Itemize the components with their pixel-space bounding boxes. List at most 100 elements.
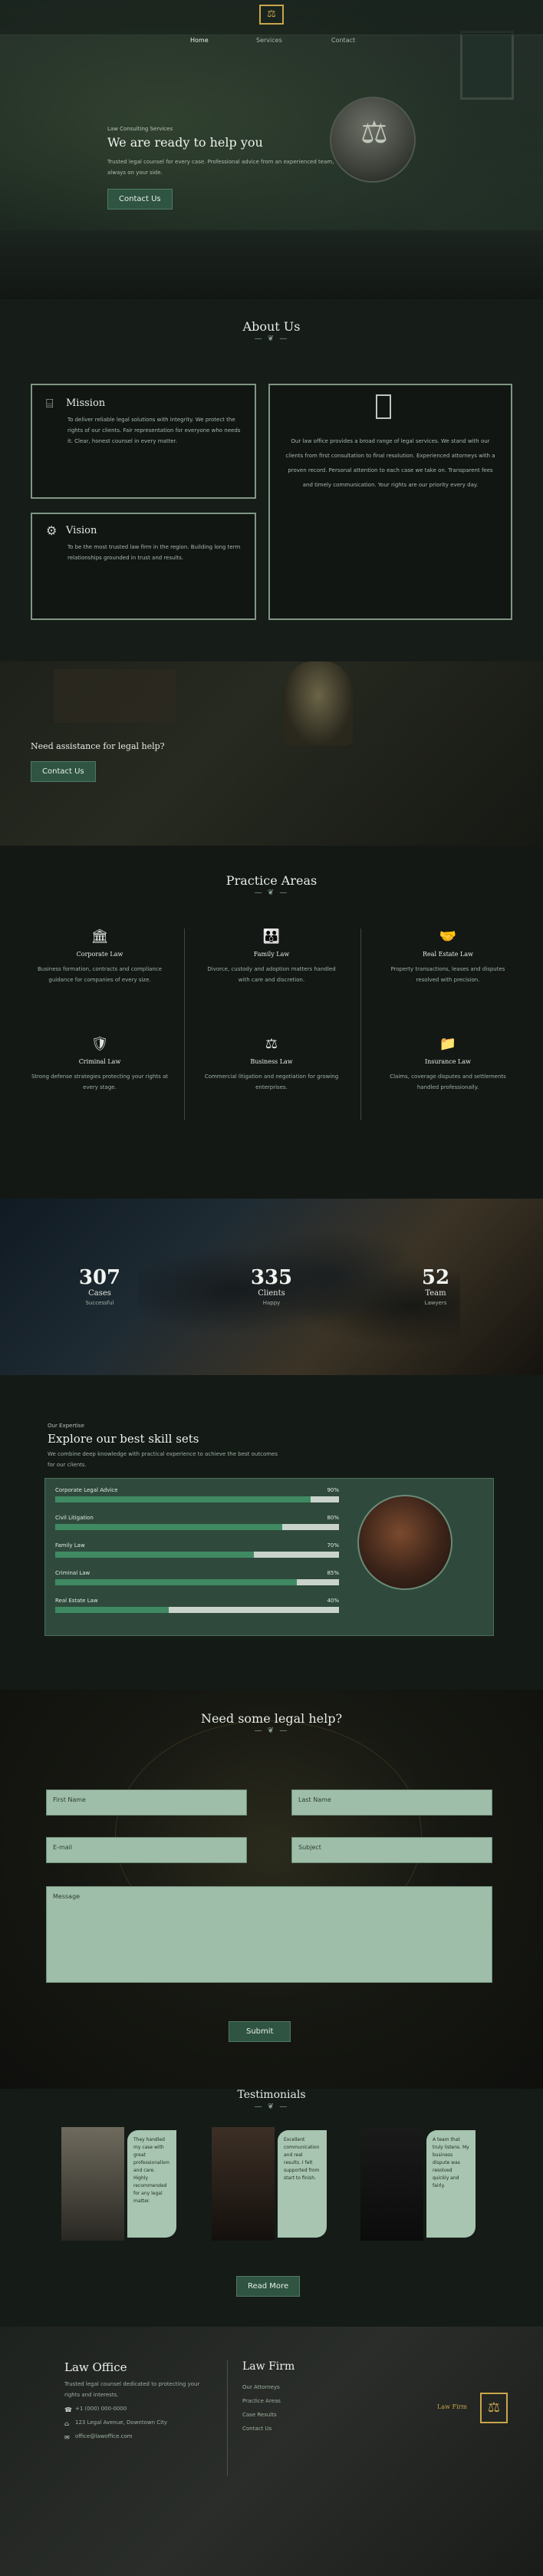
contact-form-section: Need some legal help? — ❦ — First Name L…: [0, 1690, 543, 2089]
testimonial-bubble: Excellent communication and real results…: [278, 2130, 327, 2238]
stat-value: 335: [250, 1266, 293, 1289]
skill-percent: 90%: [327, 1487, 339, 1493]
skills-kicker: Our Expertise: [48, 1423, 84, 1429]
practice-divider-1: [184, 928, 185, 1120]
hero-window-frame: [460, 31, 514, 100]
client-photo: [360, 2127, 423, 2241]
vision-card: [31, 513, 256, 620]
folder-icon: 📁: [439, 1036, 457, 1052]
last-name-field[interactable]: Last Name: [291, 1789, 492, 1816]
footer-links-title: Law Firm: [242, 2360, 295, 2373]
skill-row: Corporate Legal Advice 90%: [55, 1487, 339, 1515]
site-logo[interactable]: ⚖: [259, 5, 284, 25]
hero-subtitle: Trusted legal counsel for every case. Pr…: [107, 159, 334, 176]
testimonial-card: A team that truly listens. My business d…: [360, 2127, 476, 2241]
practice-item[interactable]: 🤝 Real Estate Law Property transactions,…: [379, 928, 517, 985]
skill-row: Civil Litigation 80%: [55, 1515, 339, 1542]
skill-name: Civil Litigation: [55, 1515, 94, 1521]
family-icon: 👪: [262, 928, 281, 945]
practice-item-text: Business formation, contracts and compli…: [37, 966, 163, 983]
skill-track: [55, 1607, 339, 1613]
stat-item: 307 Cases Successful: [69, 1266, 130, 1308]
practice-item[interactable]: ⚖ Business Law Commercial litigation and…: [202, 1036, 341, 1093]
mission-icon: ⌸: [46, 396, 54, 411]
shield-icon: 🛡: [90, 1036, 109, 1052]
footer-address: 123 Legal Avenue, Downtown City: [75, 2419, 167, 2426]
footer-phone[interactable]: +1 (000) 000-0000: [75, 2403, 127, 2414]
practice-item-title: Corporate Law: [76, 951, 123, 958]
skills-section: Our Expertise Explore our best skill set…: [0, 1375, 543, 1690]
footer-badge-label: Law Firm: [437, 2403, 467, 2410]
practice-item-title: Criminal Law: [78, 1058, 121, 1065]
stats-section: 307 Cases Successful 335 Clients Happy 5…: [0, 1199, 543, 1375]
testimonial-card: Excellent communication and real results…: [212, 2127, 327, 2241]
testimonial-card: They handled my case with great professi…: [61, 2127, 176, 2241]
skill-row: Criminal Law 85%: [55, 1570, 339, 1598]
footer-link[interactable]: Case Results: [242, 2409, 277, 2420]
practice-item[interactable]: 👪 Family Law Divorce, custody and adopti…: [202, 928, 341, 985]
practice-item[interactable]: 🛡 Criminal Law Strong defense strategies…: [31, 1036, 169, 1093]
about-ornament: — ❦ —: [254, 335, 289, 343]
skills-title: Explore our best skill sets: [48, 1432, 199, 1446]
mission-title: Mission: [66, 397, 106, 409]
skill-bars: Corporate Legal Advice 90% Civil Litigatio…: [55, 1487, 339, 1625]
nav-item-contact[interactable]: Contact: [331, 37, 355, 44]
subject-field[interactable]: Subject: [291, 1837, 492, 1863]
footer-brand: Law Office: [64, 2360, 127, 2374]
about-center-text: Our law office provides a broad range of…: [285, 438, 495, 488]
assistance-title: Need assistance for legal help?: [31, 741, 165, 751]
client-photo: [212, 2127, 275, 2241]
email-field[interactable]: E-mail: [46, 1837, 247, 1863]
phone-icon: ☎: [64, 2406, 72, 2413]
skill-fill: [55, 1607, 169, 1613]
footer-link[interactable]: Contact Us: [242, 2423, 272, 2434]
skill-row: Family Law 70%: [55, 1542, 339, 1570]
testimonials-ornament: — ❦ —: [254, 2103, 289, 2111]
stat-label: Clients: [258, 1289, 285, 1298]
hero-section: ⚖ Home Services Contact Law Consulting S…: [0, 0, 543, 299]
testimonial-text: They handled my case with great professi…: [133, 2137, 169, 2204]
footer-badge-icon: ⚖: [480, 2393, 508, 2423]
testimonials-button[interactable]: Read More: [236, 2276, 301, 2297]
skill-track: [55, 1552, 339, 1558]
nav-item-home[interactable]: Home: [190, 37, 209, 44]
practice-item[interactable]: 📁 Insurance Law Claims, coverage dispute…: [379, 1036, 517, 1093]
stat-item: 335 Clients Happy: [241, 1266, 302, 1308]
practice-item-title: Real Estate Law: [423, 951, 473, 958]
skill-percent: 70%: [327, 1542, 339, 1549]
practice-item[interactable]: 🏛 Corporate Law Business formation, cont…: [31, 928, 169, 985]
testimonial-text: A team that truly listens. My business d…: [433, 2137, 469, 2188]
testimonials-section: Testimonials — ❦ — They handled my case …: [0, 2089, 543, 2327]
footer-link[interactable]: Practice Areas: [242, 2396, 281, 2406]
nav-item-services[interactable]: Services: [256, 37, 282, 44]
message-field[interactable]: Message: [46, 1886, 492, 1983]
hero-title: We are ready to help you: [107, 135, 263, 150]
mission-text: To deliver reliable legal solutions with…: [67, 417, 241, 444]
skill-name: Real Estate Law: [55, 1598, 98, 1604]
footer-divider: [227, 2360, 228, 2475]
testimonial-text: Excellent communication and real results…: [284, 2137, 320, 2181]
skill-percent: 85%: [327, 1570, 339, 1576]
about-center-card: [268, 384, 512, 620]
lawyer-portrait: [357, 1495, 452, 1590]
practice-item-text: Property transactions, leases and disput…: [390, 966, 505, 983]
testimonial-bubble: They handled my case with great professi…: [127, 2130, 176, 2238]
stat-sub: Happy: [262, 1300, 281, 1306]
assistance-button[interactable]: Contact Us: [31, 761, 96, 782]
scale-icon: ⚖: [265, 1036, 278, 1052]
footer-email[interactable]: office@lawoffice.com: [75, 2431, 133, 2442]
first-name-field[interactable]: First Name: [46, 1789, 247, 1816]
submit-button[interactable]: Submit: [229, 2021, 291, 2042]
document-icon: [376, 394, 391, 419]
practice-item-text: Commercial litigation and negotiation fo…: [204, 1074, 339, 1090]
hero-contact-button[interactable]: Contact Us: [107, 189, 173, 209]
hero-kicker: Law Consulting Services: [107, 126, 173, 132]
stat-value: 307: [78, 1266, 121, 1289]
practice-item-title: Insurance Law: [424, 1058, 471, 1065]
about-section: About Us — ❦ — ⌸ Mission To deliver reli…: [0, 299, 543, 661]
practice-ornament: — ❦ —: [254, 889, 289, 897]
building-icon: 🏛: [90, 928, 109, 945]
footer-link[interactable]: Our Attorneys: [242, 2382, 280, 2393]
justice-statue-icon: ⚖: [360, 115, 388, 150]
skill-track: [55, 1579, 339, 1585]
